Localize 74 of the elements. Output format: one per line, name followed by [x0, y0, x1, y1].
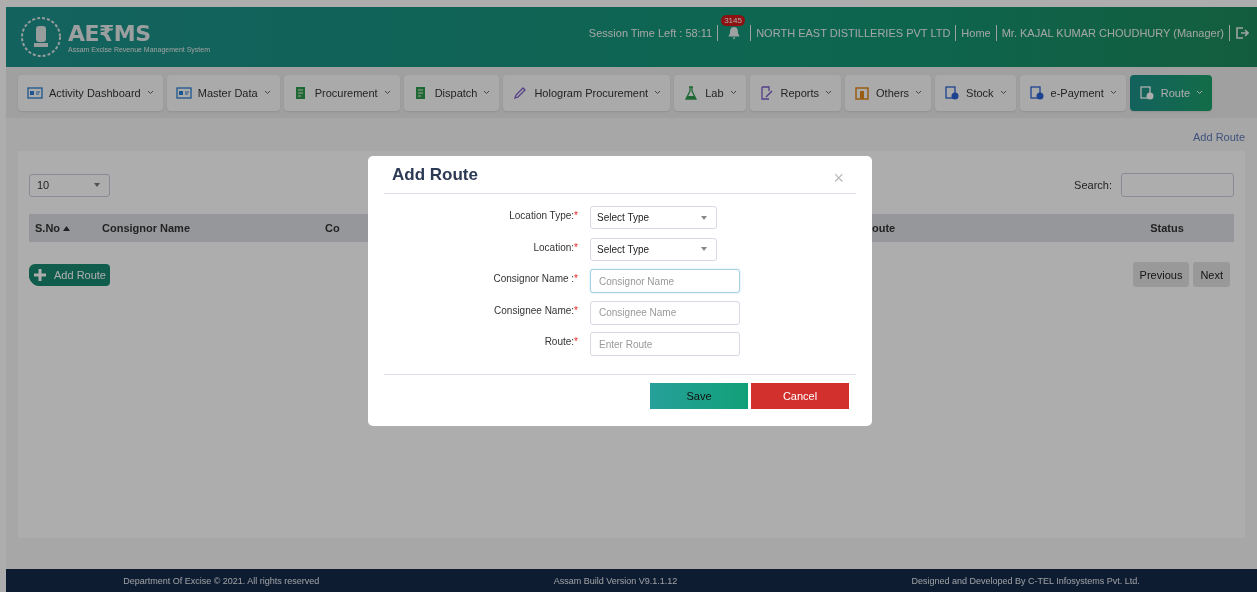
- field-label: Route:: [544, 336, 575, 347]
- menu-tab[interactable]: Others: [845, 74, 932, 111]
- card-icon: [27, 84, 43, 101]
- menu-tab[interactable]: Hologram Procurement: [503, 74, 671, 111]
- caret-icon: [146, 90, 154, 95]
- flask-icon: [683, 84, 700, 101]
- input-field[interactable]: Consignee Name: [590, 300, 740, 325]
- menu-tab[interactable]: e-Payment: [1019, 74, 1126, 111]
- caret-icon: [263, 90, 271, 95]
- caret-icon: [999, 90, 1007, 95]
- session-timer: Session Time Left : 58:11: [588, 27, 713, 39]
- emblem-icon: [20, 16, 62, 58]
- document-icon: [944, 84, 961, 101]
- menu-tab[interactable]: Dispatch: [403, 74, 500, 111]
- menu-tab[interactable]: Reports: [749, 74, 842, 111]
- required-mark: *: [574, 241, 578, 253]
- required-mark: *: [574, 336, 578, 347]
- card-icon: [175, 84, 192, 101]
- footer-text: Department Of Excise © 2021. All rights reserved: [123, 575, 320, 586]
- user-name: Mr. KAJAL KUMAR CHOUDHURY (Manager): [1001, 27, 1224, 39]
- caret-icon: [1109, 90, 1117, 95]
- field-label: Consignor Name :: [493, 273, 575, 284]
- menu-tab[interactable]: Lab: [674, 74, 746, 111]
- column-header[interactable]: Co: [325, 222, 340, 234]
- menu-tab[interactable]: Procurement: [283, 74, 400, 111]
- field-label: Location:: [533, 241, 575, 253]
- column-header[interactable]: Status: [1150, 222, 1184, 234]
- document-icon: [1028, 84, 1045, 101]
- caret-icon: [654, 90, 662, 95]
- column-header[interactable]: oute: [872, 222, 896, 234]
- caret-icon: [483, 90, 491, 95]
- footer-text: Designed and Developed By C-TEL Infosystems Pvt. Ltd.: [911, 575, 1140, 586]
- cancel-button[interactable]: Cancel: [751, 383, 849, 409]
- column-header[interactable]: S.No: [35, 222, 71, 234]
- pagination-button[interactable]: Next: [1193, 262, 1230, 287]
- page-size-select[interactable]: 10: [29, 173, 110, 197]
- required-mark: *: [574, 304, 578, 316]
- input-field[interactable]: Enter Route: [590, 332, 740, 356]
- search-field[interactable]: [1121, 173, 1234, 197]
- edit-document-icon: [758, 84, 775, 101]
- search-label: Search:: [1074, 179, 1112, 191]
- sort-up-icon: [63, 225, 71, 231]
- select-field[interactable]: Select Type: [590, 237, 717, 261]
- notification-badge: 3145: [721, 15, 745, 26]
- caret-icon: [701, 247, 707, 251]
- field-label: Location Type:: [509, 210, 575, 221]
- caret-icon: [729, 90, 737, 95]
- breadcrumb-link[interactable]: Add Route: [1193, 131, 1245, 143]
- caret-icon: [94, 183, 100, 187]
- menu-tab[interactable]: Activity Dashboard: [18, 74, 163, 111]
- add-route-button[interactable]: Add Route: [29, 264, 110, 286]
- box-icon: [854, 84, 871, 101]
- select-field[interactable]: Select Type: [590, 206, 717, 229]
- menu-tab[interactable]: Master Data: [166, 74, 280, 111]
- caret-icon: [915, 90, 923, 95]
- save-button[interactable]: Save: [650, 383, 748, 409]
- footer-text: Assam Build Version V9.1.1.12: [553, 575, 678, 586]
- caret-icon: [383, 90, 391, 95]
- bell-icon: [727, 26, 742, 40]
- dialog-title: Add Route: [392, 164, 478, 185]
- company-name: NORTH EAST DISTILLERIES PVT LTD: [756, 27, 951, 39]
- field-label: Consignee Name:: [494, 304, 575, 316]
- required-mark: *: [574, 273, 578, 284]
- caret-icon: [1196, 90, 1204, 95]
- logout-icon[interactable]: [1235, 26, 1249, 40]
- caret-icon: [701, 215, 707, 220]
- logo-text: AE₹MS: [68, 21, 152, 46]
- required-mark: *: [574, 210, 578, 221]
- menu-tab[interactable]: Stock: [935, 74, 1016, 111]
- column-header[interactable]: Consignor Name: [102, 222, 190, 234]
- pagination-button[interactable]: Previous: [1132, 262, 1190, 287]
- input-field[interactable]: Consignor Name: [590, 269, 740, 293]
- document-icon: [1138, 84, 1155, 101]
- caret-icon: [825, 90, 833, 95]
